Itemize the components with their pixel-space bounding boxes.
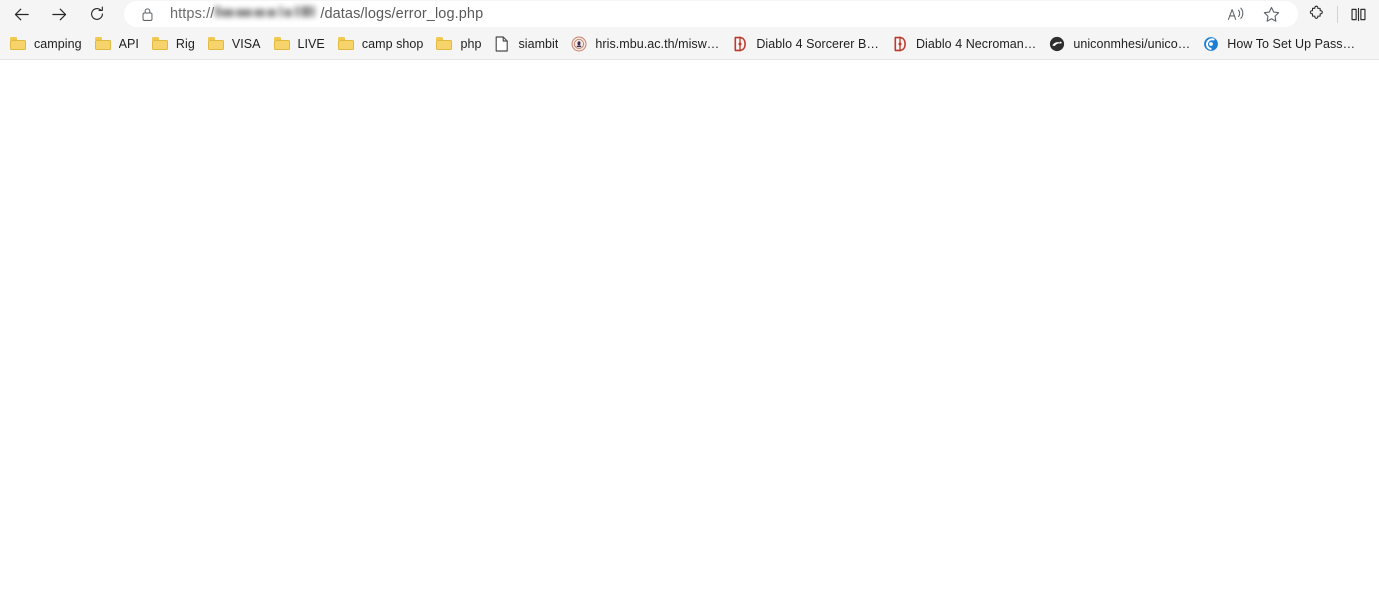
bookmark-label: uniconmhesi/unico… — [1073, 36, 1191, 51]
read-aloud-glyph — [1227, 7, 1244, 20]
bookmark-item[interactable]: camping — [4, 32, 89, 56]
folder-icon — [435, 35, 453, 53]
folder-icon — [94, 35, 112, 53]
bookmark-label: Rig — [175, 36, 195, 51]
url-path: /datas/logs/error_log.php — [320, 6, 484, 22]
browser-toolbar: https:// /datas/logs/error_log.php — [0, 0, 1379, 28]
puzzle-piece-icon[interactable] — [1300, 1, 1334, 27]
folder-icon — [337, 35, 355, 53]
bookmark-item[interactable]: php — [430, 32, 488, 56]
back-button[interactable] — [2, 1, 40, 27]
url-scheme: https:// — [170, 6, 215, 22]
bookmark-item[interactable]: uniconmhesi/unico… — [1043, 32, 1197, 56]
lock-icon[interactable] — [138, 5, 156, 23]
folder-icon — [151, 35, 169, 53]
document-glyph — [496, 35, 509, 52]
address-bar-actions — [1214, 2, 1288, 26]
diablo-favicon-glyph — [734, 36, 747, 51]
bookmark-label: php — [460, 36, 482, 51]
blue-swirl-favicon — [1202, 35, 1220, 53]
extensions-glyph — [1309, 5, 1323, 19]
split-screen-glyph — [1350, 7, 1366, 21]
bookmark-item[interactable]: camp shop — [332, 32, 431, 56]
bookmark-item[interactable]: LIVE — [268, 32, 332, 56]
bookmark-label: How To Set Up Pass… — [1227, 36, 1356, 51]
bookmark-label: LIVE — [297, 36, 325, 51]
arrow-right-icon — [51, 8, 66, 20]
split-screen-icon[interactable] — [1341, 1, 1375, 27]
url-host-redacted — [215, 5, 319, 18]
browser-window: https:// /datas/logs/error_log.php campi… — [0, 0, 1379, 603]
bookmark-item[interactable]: Rig — [146, 32, 202, 56]
folder-icon — [9, 35, 27, 53]
seal-favicon-glyph — [571, 36, 587, 51]
folder-icon — [207, 35, 225, 53]
reload-button[interactable] — [78, 1, 116, 27]
document-icon — [493, 35, 511, 53]
bookmark-label: camp shop — [361, 36, 424, 51]
dark-circle-favicon — [1048, 35, 1066, 53]
diablo-favicon — [891, 35, 909, 53]
bookmarks-bar: camping API Rig VISA LIVE camp shop php … — [0, 28, 1379, 60]
bookmark-label: hris.mbu.ac.th/misw… — [595, 36, 720, 51]
bookmark-label: VISA — [231, 36, 261, 51]
toolbar-right-actions — [1300, 1, 1379, 27]
bookmark-item[interactable]: Diablo 4 Sorcerer B… — [726, 32, 886, 56]
seal-favicon — [570, 35, 588, 53]
star-icon[interactable] — [1254, 2, 1288, 26]
bookmark-label: siambit — [518, 36, 559, 51]
blue-swirl-favicon-glyph — [1204, 36, 1219, 51]
page-content-area — [0, 60, 1379, 603]
bookmark-label: camping — [34, 36, 82, 51]
bookmark-label: API — [118, 36, 139, 51]
folder-icon — [273, 35, 291, 53]
address-bar[interactable]: https:// /datas/logs/error_log.php — [124, 1, 1298, 27]
read-aloud-icon[interactable] — [1220, 2, 1254, 26]
diablo-favicon — [731, 35, 749, 53]
url-text[interactable]: https:// /datas/logs/error_log.php — [170, 1, 483, 27]
bookmark-item[interactable]: hris.mbu.ac.th/misw… — [565, 32, 726, 56]
padlock-glyph — [142, 7, 152, 21]
bookmark-item[interactable]: API — [89, 32, 146, 56]
bookmark-label: Diablo 4 Necroman… — [915, 36, 1037, 51]
bookmark-label: Diablo 4 Sorcerer B… — [756, 36, 879, 51]
bookmark-item[interactable]: siambit — [488, 32, 565, 56]
bookmark-item[interactable]: Diablo 4 Necroman… — [886, 32, 1043, 56]
bookmark-item[interactable]: VISA — [202, 32, 268, 56]
arrow-left-icon — [14, 8, 29, 20]
diablo-favicon-glyph — [894, 36, 906, 51]
dark-circle-favicon-glyph — [1050, 36, 1065, 51]
bookmark-item[interactable]: How To Set Up Pass… — [1197, 32, 1362, 56]
favorite-star-glyph — [1263, 6, 1279, 22]
forward-button[interactable] — [40, 1, 78, 27]
reload-icon — [91, 6, 103, 20]
toolbar-divider — [1337, 5, 1338, 23]
